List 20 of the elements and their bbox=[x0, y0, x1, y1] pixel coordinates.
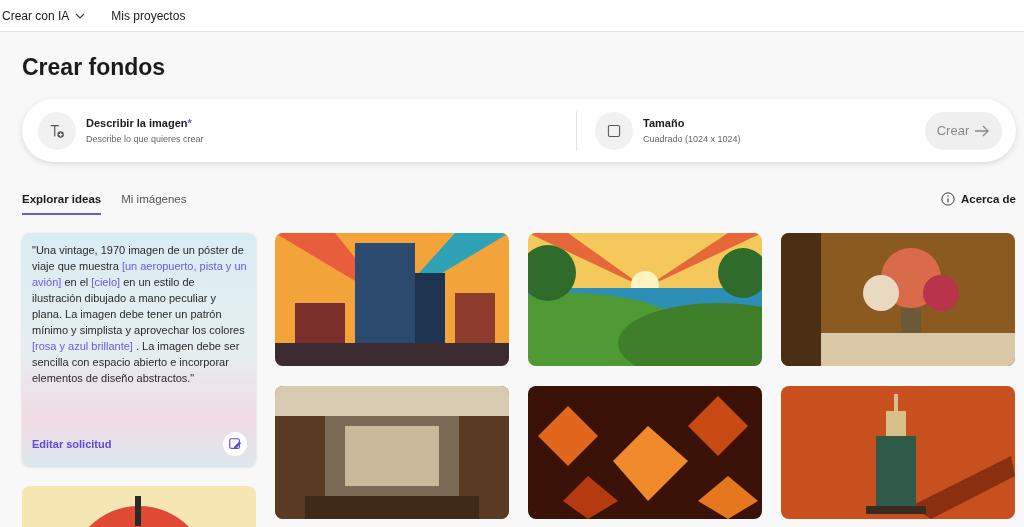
add-text-icon bbox=[38, 111, 76, 150]
info-icon bbox=[941, 192, 955, 206]
prompt-text: "Una vintage, 1970 imagen de un póster de viaje que muestra [un aeropuerto, pista y un avión] en el [cielo] en un estilo de ilustración dibujado a mano peculiar y plana. La imagen debe tener un patrón mínimo y simplista y aprovechar los colores [rosa y azul brillante] . La imagen debe ser sencilla con espacio abierto e incorporar elementos de diseño abstractos." bbox=[32, 243, 247, 386]
about-link[interactable]: Acerca de bbox=[941, 192, 1016, 206]
edit-icon[interactable] bbox=[223, 432, 247, 456]
nav-link[interactable]: Mis proyectos bbox=[111, 8, 186, 23]
chevron-down-icon bbox=[75, 12, 86, 19]
nav-link[interactable]: Crear con IA bbox=[2, 8, 86, 23]
field-label: Describir la imagen* bbox=[86, 117, 192, 129]
tab[interactable]: Explorar ideas bbox=[22, 190, 102, 215]
size-label: Tamaño bbox=[643, 117, 686, 129]
describe-field[interactable]: Describir la imagen* Describe lo que quieres crear bbox=[38, 111, 576, 150]
edit-prompt-link[interactable]: Editar solicitud bbox=[32, 438, 112, 450]
size-selector[interactable]: Tamaño Cuadrado (1024 x 1024) bbox=[577, 111, 925, 150]
arrow-right-icon bbox=[974, 124, 991, 137]
page-title: Crear fondos bbox=[22, 54, 167, 81]
about-label: Acerca de bbox=[961, 193, 1016, 205]
size-value: Cuadrado (1024 x 1024) bbox=[643, 134, 741, 144]
tab[interactable]: Mi imágenes bbox=[121, 190, 187, 215]
field-placeholder: Describe lo que quieres crear bbox=[86, 134, 204, 144]
